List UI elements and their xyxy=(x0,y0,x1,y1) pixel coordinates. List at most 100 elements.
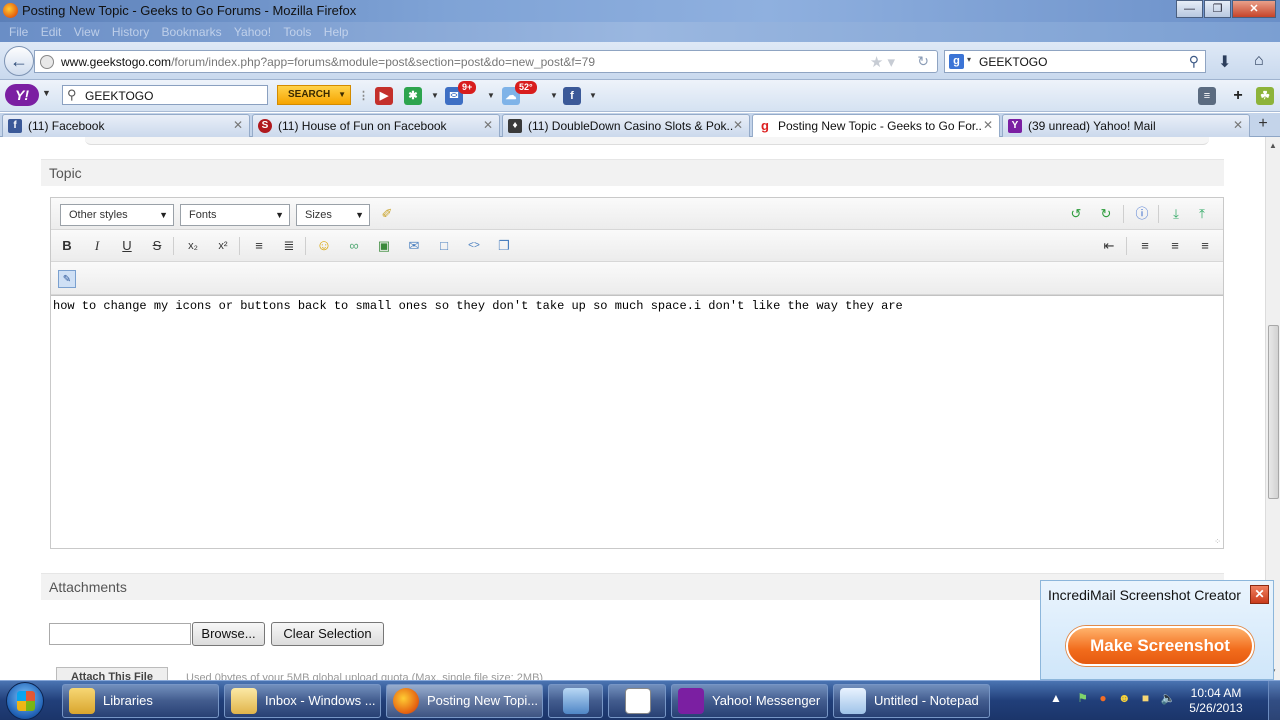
superscript-icon[interactable]: x² xyxy=(214,237,232,255)
tray-app-icon[interactable]: ● xyxy=(1099,691,1106,705)
underline-icon[interactable]: U xyxy=(118,237,136,255)
taskbar-window[interactable] xyxy=(608,684,666,718)
menu-bookmarks[interactable]: Bookmarks xyxy=(162,22,222,42)
facebook-icon[interactable]: f xyxy=(563,87,581,105)
image-icon[interactable]: ▣ xyxy=(375,237,393,255)
reload-icon[interactable]: ↻ xyxy=(917,53,929,70)
bookmark-star-icon[interactable]: ★ ▾ xyxy=(870,53,895,71)
menu-file[interactable]: File xyxy=(9,22,28,42)
subscript-icon[interactable]: x₂ xyxy=(184,237,202,255)
fonts-select[interactable]: Fonts ▼ xyxy=(180,204,290,226)
menu-help[interactable]: Help xyxy=(324,22,349,42)
network-icon[interactable]: ⚑ xyxy=(1077,691,1088,705)
source-mode-icon[interactable]: ✎ xyxy=(58,270,76,288)
volume-icon[interactable]: 🔈 xyxy=(1161,691,1176,705)
engine-dropdown-icon[interactable]: ▾ xyxy=(967,55,971,64)
home-icon[interactable]: ⌂ xyxy=(1254,52,1264,70)
emoticon-icon[interactable]: ☺ xyxy=(315,237,333,255)
redo-icon[interactable]: ↻ xyxy=(1097,205,1115,223)
show-hidden-icons-icon[interactable]: ▲ xyxy=(1050,691,1062,705)
styles-select[interactable]: Other styles ▼ xyxy=(60,204,174,226)
strikethrough-icon[interactable]: S xyxy=(148,237,166,255)
minimize-button[interactable]: — xyxy=(1176,0,1203,18)
close-icon[interactable]: ✕ xyxy=(1250,585,1269,604)
tab-yahoo-mail[interactable]: Y (39 unread) Yahoo! Mail ✕ xyxy=(1002,114,1250,137)
align-center-icon[interactable]: ≡ xyxy=(1166,237,1184,255)
menu-history[interactable]: History xyxy=(112,22,149,42)
attach-file-button[interactable]: Attach This File xyxy=(56,667,168,680)
menu-edit[interactable]: Edit xyxy=(41,22,62,42)
start-button[interactable] xyxy=(6,682,44,720)
code-icon[interactable]: <> xyxy=(465,237,483,255)
close-icon[interactable]: ✕ xyxy=(733,118,743,132)
undo-icon[interactable]: ↺ xyxy=(1067,205,1085,223)
site-identity-icon[interactable] xyxy=(40,55,54,69)
close-icon[interactable]: ✕ xyxy=(1233,118,1243,132)
taskbar-libraries[interactable]: Libraries xyxy=(62,684,219,718)
editor-text-area[interactable]: how to change my icons or buttons back t… xyxy=(51,295,1223,548)
downloads-icon[interactable]: ⬇ xyxy=(1218,52,1231,72)
bulleted-list-icon[interactable]: ≡ xyxy=(250,237,268,255)
file-path-input[interactable] xyxy=(49,623,191,645)
taskbar-control-panel[interactable] xyxy=(548,684,603,718)
scrollbar-thumb[interactable] xyxy=(1268,325,1279,499)
menu-tools[interactable]: Tools xyxy=(283,22,311,42)
chevron-down-icon[interactable]: ▼ xyxy=(338,86,346,104)
taskbar-yahoo-messenger[interactable]: Yahoo! Messenger xyxy=(671,684,828,718)
remove-format-icon[interactable]: ✐ xyxy=(378,205,396,223)
align-left-icon[interactable]: ≡ xyxy=(1136,237,1154,255)
chevron-down-icon[interactable]: ▼ xyxy=(426,87,444,105)
taskbar-firefox[interactable]: Posting New Topi... xyxy=(386,684,543,718)
media-icon[interactable]: ❐ xyxy=(495,237,513,255)
addon-icon[interactable]: ☘ xyxy=(1256,87,1274,105)
scroll-up-icon[interactable]: ▲ xyxy=(1269,141,1277,150)
tab-house-of-fun[interactable]: S (11) House of Fun on Facebook ✕ xyxy=(252,114,500,137)
taskbar-clock[interactable]: 10:04 AM 5/26/2013 xyxy=(1178,686,1254,716)
yahoo-logo[interactable]: Y! xyxy=(5,84,39,106)
close-icon[interactable]: ✕ xyxy=(233,118,243,132)
yahoo-search-input[interactable]: ⚲ GEEKTOGO xyxy=(62,85,268,105)
restore-draft-icon[interactable]: ⤒ xyxy=(1193,205,1211,223)
help-icon[interactable]: ⓘ xyxy=(1133,205,1151,223)
bold-icon[interactable]: B xyxy=(58,237,76,255)
menu-yahoo[interactable]: Yahoo! xyxy=(234,22,271,42)
make-screenshot-button[interactable]: Make Screenshot xyxy=(1066,626,1254,666)
close-window-button[interactable]: ✕ xyxy=(1232,0,1276,18)
close-icon[interactable]: ✕ xyxy=(983,118,993,132)
tab-posting-new-topic[interactable]: g Posting New Topic - Geeks to Go For...… xyxy=(752,114,1000,138)
chevron-down-icon[interactable]: ▼ xyxy=(584,87,602,105)
chevron-down-icon[interactable]: ▼ xyxy=(545,87,563,105)
web-search-bar[interactable]: g ▾ GEEKTOGO ⚲ xyxy=(944,50,1206,73)
taskbar-notepad[interactable]: Untitled - Notepad xyxy=(833,684,990,718)
tab-facebook[interactable]: f (11) Facebook ✕ xyxy=(2,114,250,137)
google-engine-icon[interactable]: g xyxy=(949,54,964,69)
yahoo-menu-dropdown-icon[interactable]: ▼ xyxy=(42,88,51,98)
align-right-icon[interactable]: ≡ xyxy=(1196,237,1214,255)
tab-doubledown-casino[interactable]: ♦ (11) DoubleDown Casino Slots & Pok... … xyxy=(502,114,750,137)
taskbar-windows-mail[interactable]: Inbox - Windows ... xyxy=(224,684,381,718)
close-icon[interactable]: ✕ xyxy=(483,118,493,132)
toolbar-menu-icon[interactable]: ≡ xyxy=(1198,87,1216,105)
link-icon[interactable]: ∞ xyxy=(345,237,363,255)
youtube-icon[interactable]: ▶ xyxy=(375,87,393,105)
italic-icon[interactable]: I xyxy=(88,237,106,255)
resize-grip-icon[interactable]: ⁘ xyxy=(1214,537,1221,546)
address-bar[interactable]: www.geekstogo.com/forum/index.php?app=fo… xyxy=(34,50,938,73)
clear-selection-button[interactable]: Clear Selection xyxy=(271,622,384,646)
add-icon[interactable]: + xyxy=(1229,87,1247,105)
back-button[interactable]: ← xyxy=(4,46,34,76)
numbered-list-icon[interactable]: ≣ xyxy=(280,237,298,255)
search-icon[interactable]: ⚲ xyxy=(1189,53,1199,70)
menu-view[interactable]: View xyxy=(74,22,100,42)
sizes-select[interactable]: Sizes ▼ xyxy=(296,204,370,226)
browse-button[interactable]: Browse... xyxy=(192,622,265,646)
chevron-down-icon[interactable]: ▼ xyxy=(482,87,500,105)
yahoo-search-button[interactable]: SEARCH ▼ xyxy=(277,85,351,105)
messenger-smiley-icon[interactable]: ☻ xyxy=(1118,691,1131,705)
folder-tray-icon[interactable]: ■ xyxy=(1142,691,1149,705)
new-tab-icon[interactable]: + xyxy=(1250,115,1276,135)
quote-icon[interactable]: □ xyxy=(435,237,453,255)
show-desktop-button[interactable] xyxy=(1268,681,1280,720)
maximize-button[interactable]: ❐ xyxy=(1204,0,1231,18)
indent-icon[interactable]: ⇤ xyxy=(1100,237,1118,255)
